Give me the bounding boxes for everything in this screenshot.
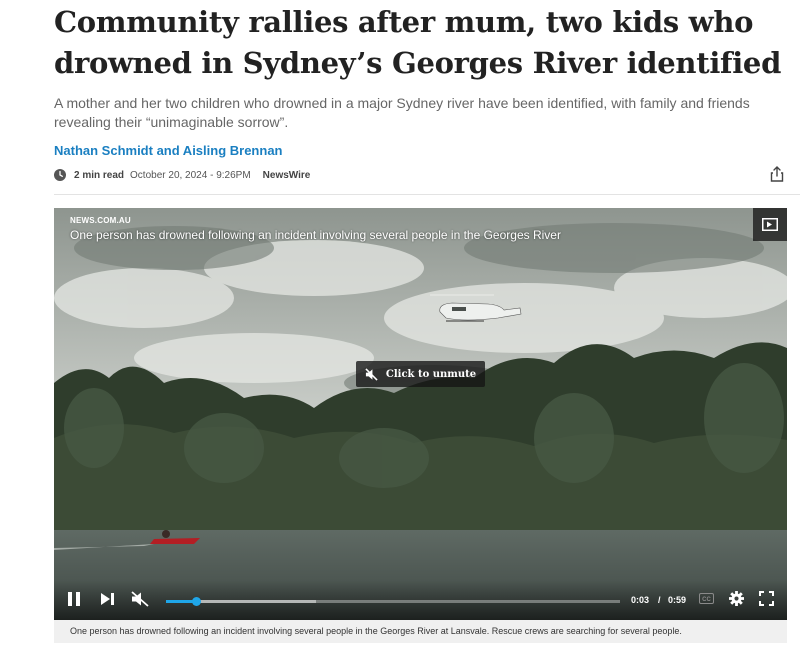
video-frame — [54, 208, 787, 620]
author-byline[interactable]: Nathan Schmidt and Aisling Brennan — [54, 143, 282, 158]
video-source-label: NEWS.COM.AU — [70, 216, 131, 225]
picture-in-picture-icon — [762, 218, 778, 231]
article-source: NewsWire — [262, 169, 311, 181]
clock-icon — [54, 169, 66, 181]
closed-captions-icon[interactable]: CC — [699, 593, 714, 604]
current-time: 0:03 — [631, 595, 650, 605]
picture-in-picture-button[interactable] — [753, 208, 787, 241]
read-time: 2 min read — [74, 169, 125, 181]
article-meta: 2 min read October 20, 2024 - 9:26PM New… — [54, 166, 784, 184]
skip-next-icon[interactable] — [101, 593, 114, 605]
video-player[interactable]: NEWS.COM.AU One person has drowned follo… — [54, 208, 787, 620]
article-standfirst: A mother and her two children who drowne… — [54, 95, 750, 130]
video-title: One person has drowned following an inci… — [70, 228, 561, 242]
progress-handle[interactable] — [191, 597, 201, 606]
unmute-label: Click to unmute — [385, 368, 477, 380]
progress-bar[interactable] — [166, 597, 620, 606]
time-separator: / — [658, 595, 661, 605]
pause-icon[interactable] — [68, 592, 80, 606]
video-caption: One person has drowned following an inci… — [54, 620, 787, 643]
click-to-unmute-button[interactable]: Click to unmute — [356, 361, 485, 387]
muted-speaker-icon — [365, 367, 378, 381]
publish-date: October 20, 2024 - 9:26PM — [130, 169, 251, 181]
share-icon[interactable] — [770, 166, 784, 182]
svg-text:CC: CC — [702, 597, 711, 603]
video-controls: 0:03 / 0:59 CC — [54, 580, 787, 620]
fullscreen-icon[interactable] — [759, 591, 774, 606]
mute-toggle-icon[interactable] — [131, 591, 149, 607]
header-divider — [54, 194, 800, 195]
duration: 0:59 — [668, 595, 687, 605]
article-headline: Community rallies after mum, two kids wh… — [54, 5, 782, 80]
gear-icon[interactable] — [729, 591, 744, 606]
